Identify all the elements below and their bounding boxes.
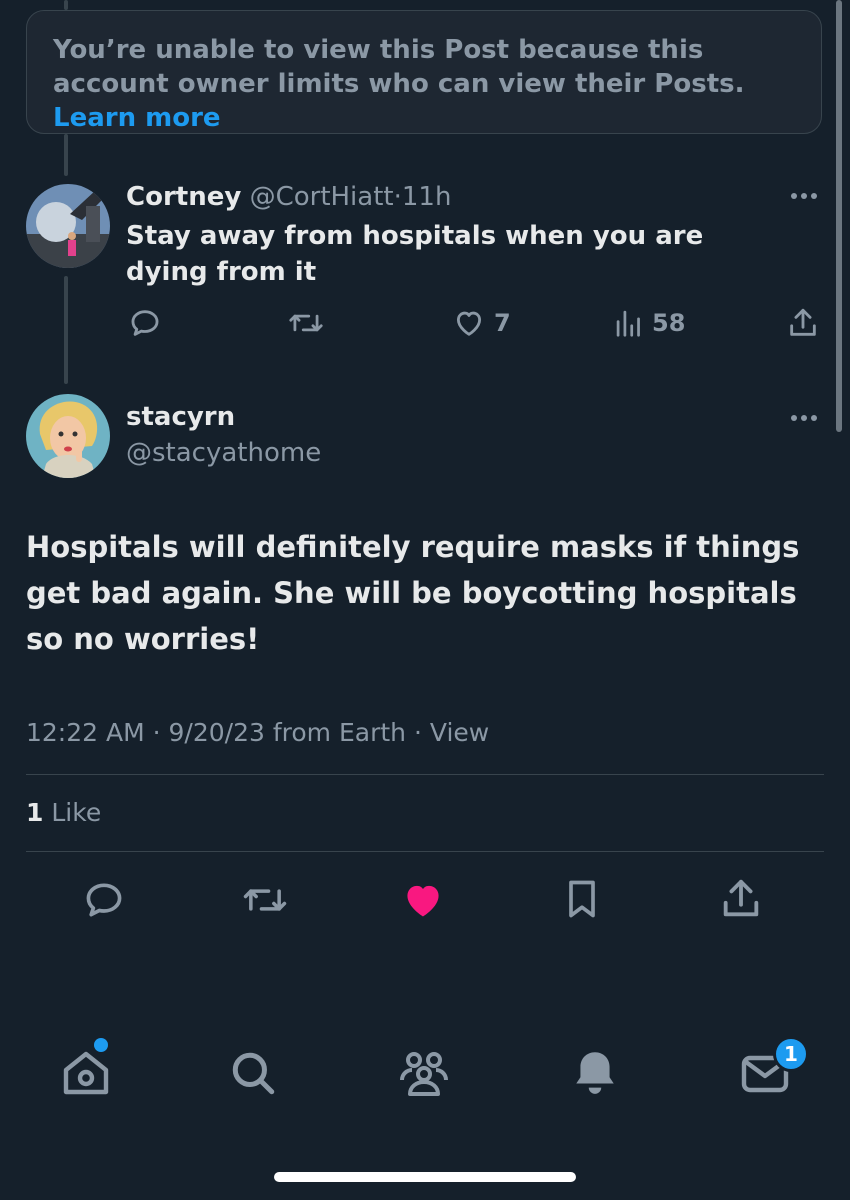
- main-like-button[interactable]: [400, 878, 446, 922]
- messages-badge: 1: [773, 1036, 809, 1072]
- unavailable-post-notice: You’re unable to view this Post because …: [26, 10, 822, 134]
- reply-reply-button[interactable]: [128, 306, 162, 340]
- divider: [26, 774, 824, 775]
- main-retweet-button[interactable]: [242, 878, 288, 922]
- retweet-icon: [242, 878, 288, 922]
- thread-line-middle: [64, 134, 68, 176]
- messages-icon: [740, 1055, 790, 1100]
- notice-text: You’re unable to view this Post because …: [53, 35, 745, 99]
- main-author-handle[interactable]: @stacyathome: [126, 436, 321, 470]
- post-metadata: 12:22 AM · 9/20/23 from Earth · View: [26, 716, 489, 750]
- reply-time[interactable]: 11h: [402, 182, 452, 212]
- views-icon: [614, 306, 644, 340]
- reply-icon: [82, 878, 126, 922]
- reply-author-name[interactable]: Cortney: [126, 182, 241, 212]
- reply-share-button[interactable]: [786, 306, 820, 340]
- post-time[interactable]: 12:22 AM: [26, 718, 145, 747]
- main-post-text: Hospitals will definitely require masks …: [26, 530, 800, 656]
- meta-separator: ·: [152, 718, 161, 747]
- reply-retweet-button[interactable]: [288, 306, 324, 340]
- reply-avatar[interactable]: [26, 184, 110, 268]
- home-indicator[interactable]: [274, 1172, 576, 1182]
- scrollbar[interactable]: [836, 0, 842, 432]
- search-icon: [228, 1052, 278, 1102]
- reply-view-count: 58: [652, 309, 686, 337]
- reply-like-count: 7: [494, 309, 511, 337]
- share-icon: [786, 306, 820, 340]
- retweet-icon: [288, 306, 324, 340]
- main-author-name[interactable]: stacyrn: [126, 400, 235, 434]
- likes-summary[interactable]: 1 Like: [26, 796, 101, 830]
- home-notification-dot: [94, 1038, 108, 1052]
- more-icon[interactable]: [788, 188, 820, 208]
- heart-filled-icon: [400, 878, 446, 922]
- tab-communities[interactable]: [396, 1048, 452, 1102]
- reply-icon: [128, 306, 162, 340]
- reply-text: Stay away from hospitals when you are dy…: [126, 221, 704, 287]
- communities-icon: [396, 1052, 452, 1102]
- like-label: Like: [51, 798, 102, 827]
- notifications-icon: [570, 1052, 620, 1102]
- learn-more-link[interactable]: Learn more: [53, 103, 221, 133]
- home-icon: [60, 1051, 112, 1102]
- meta-separator: ·: [413, 718, 422, 747]
- post-date[interactable]: 9/20/23: [169, 718, 265, 747]
- main-share-button[interactable]: [718, 876, 764, 922]
- like-count: 1: [26, 798, 44, 827]
- thread-line-bottom: [64, 276, 68, 384]
- reply-views-button[interactable]: 58: [614, 306, 685, 340]
- post-view-link[interactable]: View: [430, 718, 489, 747]
- thread-line-top: [64, 0, 68, 10]
- divider: [26, 851, 824, 852]
- post-source: from Earth: [272, 718, 407, 747]
- bookmark-icon: [560, 876, 604, 922]
- reply-author-handle[interactable]: @CortHiatt: [250, 182, 394, 212]
- tab-search[interactable]: [228, 1048, 278, 1102]
- reply-like-button[interactable]: 7: [452, 306, 511, 340]
- tab-notifications[interactable]: [570, 1046, 620, 1102]
- reply-header: Cortney @CortHiatt·11h: [126, 180, 451, 214]
- main-reply-button[interactable]: [82, 878, 126, 922]
- more-icon[interactable]: [788, 410, 820, 430]
- tab-home[interactable]: [60, 1048, 112, 1102]
- reply-separator: ·: [393, 182, 402, 212]
- main-avatar[interactable]: [26, 394, 110, 478]
- heart-outline-icon: [452, 306, 486, 340]
- main-bookmark-button[interactable]: [560, 876, 604, 922]
- share-icon: [718, 876, 764, 922]
